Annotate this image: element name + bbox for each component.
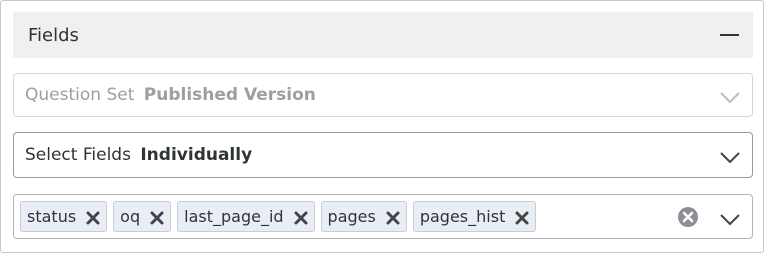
- chevron-down-icon[interactable]: [720, 211, 740, 225]
- chevron-down-icon: [720, 89, 740, 104]
- select-fields-select[interactable]: Select Fields Individually: [13, 132, 753, 178]
- close-icon[interactable]: [515, 210, 529, 224]
- field-chip-label: last_page_id: [184, 207, 284, 226]
- chevron-down-icon[interactable]: [720, 149, 740, 164]
- close-icon[interactable]: [150, 210, 164, 224]
- field-chip-label: status: [27, 207, 77, 226]
- fields-panel: Fields Question Set Published Version Se…: [0, 0, 764, 253]
- select-fields-value: Individually: [140, 145, 253, 165]
- close-icon[interactable]: [386, 210, 400, 224]
- selected-fields-list: status oq last_page_id pages pages_hist: [20, 201, 537, 232]
- clear-circle-icon[interactable]: [678, 206, 698, 227]
- panel-header[interactable]: Fields: [13, 12, 753, 58]
- question-set-value: Published Version: [143, 85, 316, 105]
- field-chip: status: [20, 201, 108, 232]
- field-chip-label: pages: [327, 207, 376, 226]
- field-chip-label: pages_hist: [419, 207, 506, 226]
- question-set-text: Question Set Published Version: [25, 85, 316, 105]
- field-chip-label: oq: [120, 207, 141, 226]
- field-chip: pages_hist: [412, 201, 537, 232]
- close-icon[interactable]: [86, 210, 100, 224]
- fields-multiselect[interactable]: status oq last_page_id pages pages_hist: [13, 194, 753, 239]
- field-chip: pages: [320, 201, 407, 232]
- question-set-select: Question Set Published Version: [13, 73, 753, 117]
- select-fields-label: Select Fields: [25, 145, 131, 165]
- field-chip: last_page_id: [177, 201, 315, 232]
- panel-title: Fields: [28, 24, 79, 46]
- question-set-label: Question Set: [25, 85, 135, 105]
- minus-icon[interactable]: [720, 34, 739, 36]
- select-fields-text: Select Fields Individually: [25, 145, 252, 165]
- field-chip: oq: [113, 201, 172, 232]
- close-icon[interactable]: [294, 210, 308, 224]
